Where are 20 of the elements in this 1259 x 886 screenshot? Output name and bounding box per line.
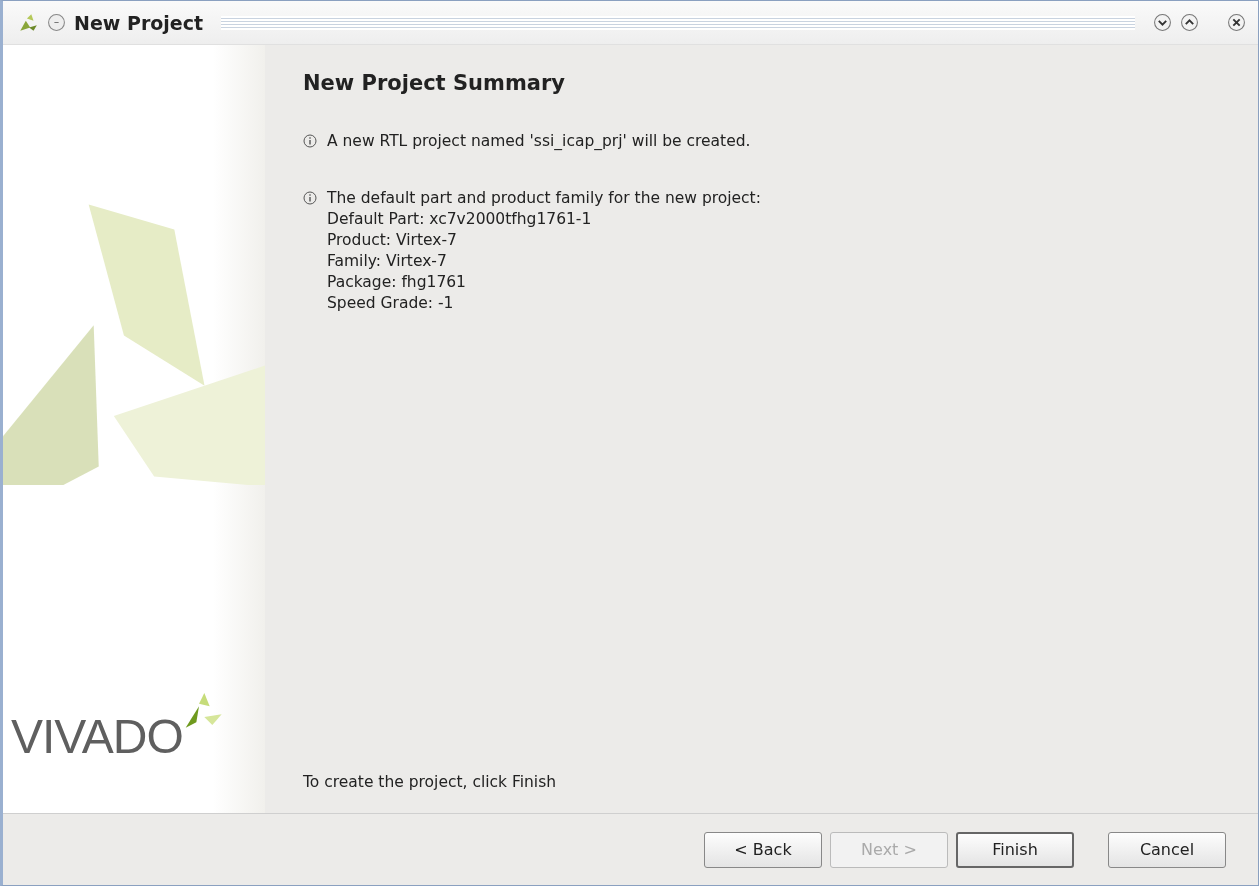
message-text: The default part and product family for the new project: [327,188,761,209]
message-text: Default Part: xc7v2000tfhg1761-1 [327,209,593,230]
vivado-logo: VIVADO [11,713,183,761]
instruction-text: To create the project, click Finish [303,773,558,791]
message-text: Speed Grade: -1 [327,293,455,314]
maximize-icon[interactable] [1180,13,1199,32]
message-text: A new RTL project named 'ssi_icap_prj' will be created. [327,131,751,152]
message-text: Product: Virtex-7 [327,230,458,251]
close-icon[interactable] [1227,13,1246,32]
window-menu-icon[interactable] [47,13,66,32]
info-icon [303,191,317,205]
page-heading: New Project Summary [303,71,566,95]
message-text: Family: Virtex-7 [327,251,448,272]
dialog-button[interactable]: Finish [956,831,1074,868]
dialog-button[interactable]: < Back [704,831,822,868]
window-title: New Project [74,11,204,34]
minimize-icon[interactable] [1153,13,1172,32]
info-icon [303,134,317,148]
message-text: Package: fhg1761 [327,272,467,293]
dialog-button[interactable]: Cancel [1108,831,1226,868]
